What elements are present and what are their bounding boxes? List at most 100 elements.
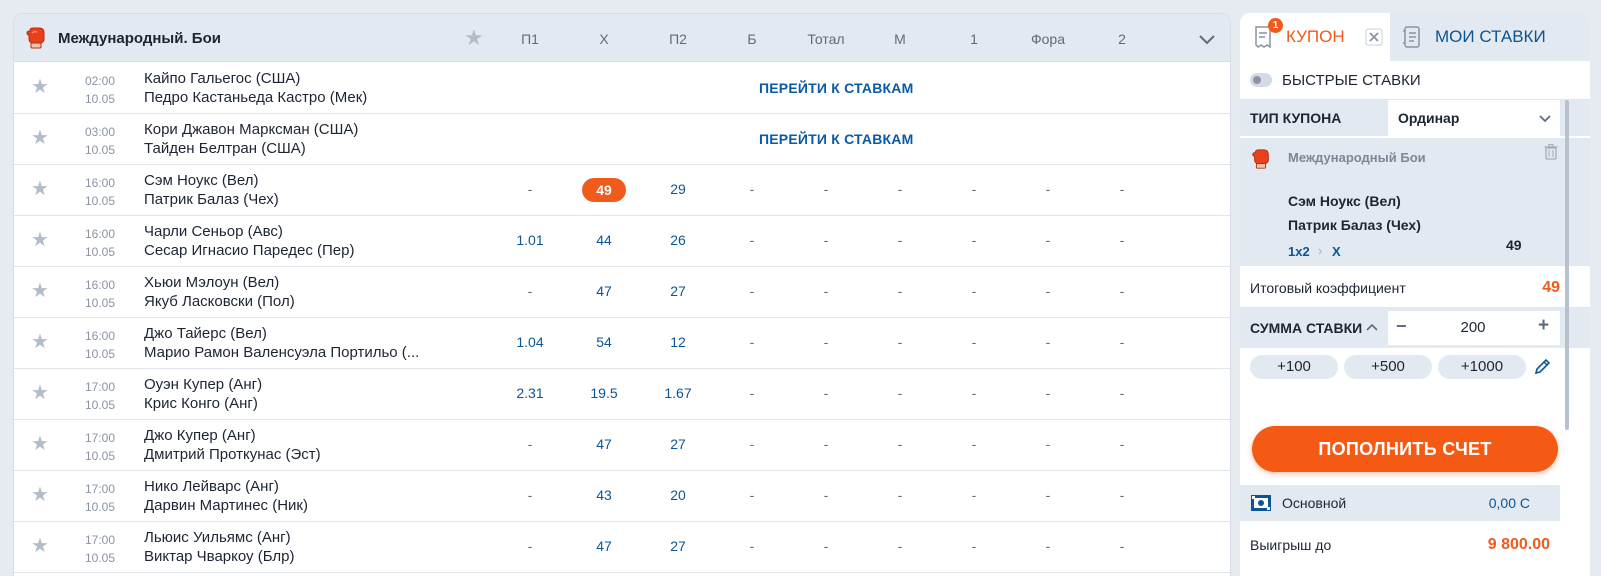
- stake-row: СУММА СТАВКИ − +: [1240, 308, 1590, 348]
- event-date: 10.05: [84, 143, 116, 157]
- odd-cell[interactable]: 1.01: [500, 232, 560, 248]
- odd-cell[interactable]: 47: [574, 283, 634, 299]
- odd-cell[interactable]: 49: [582, 178, 626, 202]
- favorite-star-icon[interactable]: ★: [31, 77, 49, 97]
- chevron-right-icon: ›: [1318, 243, 1323, 258]
- collapse-chevron-icon[interactable]: [1196, 28, 1218, 50]
- odd-cell: -: [1045, 538, 1051, 554]
- tab-my-bets[interactable]: МОИ СТАВКИ: [1390, 13, 1590, 61]
- coupon-scrollbar[interactable]: [1565, 100, 1569, 430]
- odd-cell[interactable]: 27: [648, 436, 708, 452]
- team2-name[interactable]: Якуб Ласковски (Пол): [144, 293, 295, 310]
- team2-name[interactable]: Дарвин Мартинес (Ник): [144, 497, 308, 514]
- team2-name[interactable]: Дмитрий Проткунас (Эст): [144, 446, 321, 463]
- odd-cell: -: [527, 436, 533, 452]
- odd-cell: -: [897, 232, 903, 248]
- quick-amount-1000-button[interactable]: +1000: [1438, 355, 1526, 379]
- account-row[interactable]: Основной 0,00 C: [1240, 485, 1560, 521]
- boxing-glove-icon: [1252, 149, 1269, 169]
- favorite-league-star-icon[interactable]: ★: [464, 25, 484, 51]
- odd-cell[interactable]: 1.04: [500, 334, 560, 350]
- event-time: 16:00: [84, 227, 116, 241]
- odd-cell: -: [1119, 283, 1125, 299]
- odd-cell: -: [1119, 385, 1125, 401]
- team2-name[interactable]: Марио Рамон Валенсуэла Портильо (...: [144, 344, 419, 361]
- favorite-star-icon[interactable]: ★: [31, 536, 49, 556]
- odd-cell: -: [1119, 538, 1125, 554]
- odd-cell: -: [1045, 232, 1051, 248]
- column-header: Б: [747, 31, 757, 47]
- odd-cell[interactable]: 19.5: [574, 385, 634, 401]
- favorite-star-icon[interactable]: ★: [31, 179, 49, 199]
- chevron-down-icon: [1539, 115, 1551, 123]
- favorite-star-icon[interactable]: ★: [31, 383, 49, 403]
- team1-name[interactable]: Хьюи Мэлоун (Вел): [144, 274, 279, 291]
- stake-input[interactable]: [1428, 319, 1518, 336]
- team2-name[interactable]: Патрик Балаз (Чех): [144, 191, 279, 208]
- odd-cell[interactable]: 43: [574, 487, 634, 503]
- coupon-panel: 1 КУПОН МОИ СТАВКИ БЫСТРЫЕ СТАВКИ ТИП КУ…: [1240, 13, 1590, 576]
- column-header: Фора: [1030, 31, 1065, 47]
- bet-market: 1x2: [1288, 244, 1310, 259]
- team1-name[interactable]: Оуэн Купер (Анг): [144, 376, 262, 393]
- odd-cell[interactable]: 1.67: [648, 385, 708, 401]
- odd-cell[interactable]: 2.31: [500, 385, 560, 401]
- event-time: 17:00: [84, 431, 116, 445]
- trash-icon[interactable]: [1544, 144, 1558, 160]
- odd-cell[interactable]: 44: [574, 232, 634, 248]
- favorite-star-icon[interactable]: ★: [31, 128, 49, 148]
- team2-name[interactable]: Сесар Игнасио Паредес (Пер): [144, 242, 355, 259]
- odd-cell[interactable]: 12: [648, 334, 708, 350]
- coupon-type-select[interactable]: Ординар: [1388, 100, 1560, 136]
- tab-my-bets-label: МОИ СТАВКИ: [1435, 27, 1546, 46]
- go-to-bets-link[interactable]: ПЕРЕЙТИ К СТАВКАМ: [759, 80, 913, 96]
- team1-name[interactable]: Кори Джавон Марксман (США): [144, 121, 358, 138]
- odd-cell: -: [749, 487, 755, 503]
- stake-increase-button[interactable]: +: [1538, 315, 1549, 337]
- favorite-star-icon[interactable]: ★: [31, 434, 49, 454]
- quick-amount-100-button[interactable]: +100: [1250, 355, 1338, 379]
- event-row: ★ 02:00 10.05 Кайпо Гальегос (США) Педро Кас…: [14, 63, 1230, 114]
- team2-name[interactable]: Педро Кастаньеда Кастро (Мек): [144, 89, 367, 106]
- favorite-star-icon[interactable]: ★: [31, 281, 49, 301]
- total-coefficient-label: Итоговый коэффициент: [1250, 280, 1406, 296]
- chevron-up-icon[interactable]: [1366, 322, 1378, 334]
- odd-cell[interactable]: 47: [574, 436, 634, 452]
- team1-name[interactable]: Кайпо Гальегос (США): [144, 70, 300, 87]
- quick-amount-500-button[interactable]: +500: [1344, 355, 1432, 379]
- odd-cell: -: [749, 283, 755, 299]
- odd-cell[interactable]: 47: [574, 538, 634, 554]
- odd-cell: -: [897, 436, 903, 452]
- favorite-star-icon[interactable]: ★: [31, 230, 49, 250]
- odd-cell[interactable]: 27: [648, 283, 708, 299]
- favorite-star-icon[interactable]: ★: [31, 332, 49, 352]
- team1-name[interactable]: Льюис Уильямс (Анг): [144, 529, 291, 546]
- top-up-button[interactable]: ПОПОЛНИТЬ СЧЕТ: [1252, 426, 1558, 472]
- potential-win-label: Выигрыш до: [1250, 537, 1332, 553]
- event-row: ★ 17:00 10.05 Джо Купер (Анг) Дмитрий Протку…: [14, 420, 1230, 471]
- team2-name[interactable]: Тайден Белтран (США): [144, 140, 306, 157]
- league-header: Международный. Бои ★ П1 Х П2 Б Тотал М 1 Фора 2: [14, 14, 1230, 62]
- odd-cell[interactable]: 54: [574, 334, 634, 350]
- team1-name[interactable]: Джо Тайерс (Вел): [144, 325, 267, 342]
- team1-name[interactable]: Джо Купер (Анг): [144, 427, 256, 444]
- odd-cell[interactable]: 29: [648, 181, 708, 197]
- favorite-star-icon[interactable]: ★: [31, 485, 49, 505]
- team1-name[interactable]: Чарли Сеньор (Авс): [144, 223, 283, 240]
- odd-cell[interactable]: 27: [648, 538, 708, 554]
- odd-cell[interactable]: 20: [648, 487, 708, 503]
- column-header: Х: [599, 31, 609, 47]
- odd-cell: -: [971, 232, 977, 248]
- team2-name[interactable]: Крис Конго (Анг): [144, 395, 258, 412]
- team1-name[interactable]: Нико Лейварс (Анг): [144, 478, 279, 495]
- clear-coupon-icon[interactable]: [1362, 25, 1386, 49]
- stake-decrease-button[interactable]: −: [1396, 316, 1407, 337]
- column-header: М: [894, 31, 906, 47]
- team2-name[interactable]: Виктар Чваркоу (Блр): [144, 548, 294, 565]
- pencil-icon[interactable]: [1534, 357, 1550, 375]
- odd-cell[interactable]: 26: [648, 232, 708, 248]
- tab-coupon[interactable]: 1 КУПОН: [1240, 13, 1390, 61]
- go-to-bets-link[interactable]: ПЕРЕЙТИ К СТАВКАМ: [759, 131, 913, 147]
- team1-name[interactable]: Сэм Ноукс (Вел): [144, 172, 258, 189]
- quick-bets-toggle[interactable]: [1250, 73, 1272, 87]
